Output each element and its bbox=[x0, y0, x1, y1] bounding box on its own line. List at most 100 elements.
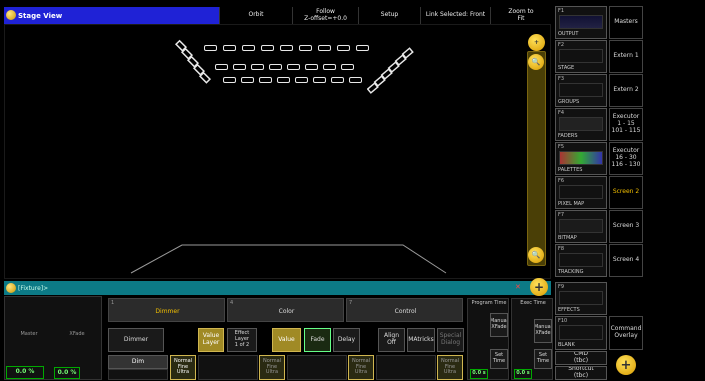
right-truss-fixtures[interactable] bbox=[367, 47, 417, 95]
view-thumbnail bbox=[559, 83, 603, 97]
fixture-icon[interactable] bbox=[341, 64, 354, 70]
view-stage[interactable]: F2 STAGE bbox=[555, 40, 607, 73]
extern-1-button[interactable]: Extern 1 bbox=[609, 40, 643, 73]
program-time-value[interactable]: 0.0 s bbox=[470, 369, 488, 379]
zoom-out-icon[interactable]: 🔍 bbox=[528, 247, 544, 263]
view-label: PIXEL MAP bbox=[558, 201, 585, 207]
dimmer-button[interactable]: Dimmer bbox=[108, 328, 164, 352]
resolution-toggle[interactable]: Normal Fine Ultra bbox=[348, 355, 374, 380]
set-time-button[interactable]: Set Time bbox=[534, 349, 552, 369]
fixture-icon[interactable] bbox=[295, 77, 308, 83]
encoder-slot[interactable] bbox=[287, 355, 347, 380]
view-num: F9 bbox=[558, 284, 565, 290]
encoder-slot[interactable] bbox=[376, 355, 436, 380]
control-section[interactable]: 7 Control bbox=[346, 298, 463, 322]
dimmer-section[interactable]: 1 Dimmer bbox=[108, 298, 225, 322]
fixture-icon[interactable] bbox=[280, 45, 293, 51]
executor-1-15-button[interactable]: Executor 1 - 15 101 - 115 bbox=[609, 108, 643, 141]
matricks-button[interactable]: MAtricks bbox=[407, 328, 435, 352]
xfade-value[interactable]: 0.0 % bbox=[54, 367, 80, 379]
fixture-icon[interactable] bbox=[215, 64, 228, 70]
view-effects[interactable]: F9 EFFECTS bbox=[555, 282, 607, 315]
screen-3-button[interactable]: Screen 3 bbox=[609, 210, 643, 243]
align-off-button[interactable]: Align Off bbox=[378, 328, 405, 352]
add-icon[interactable]: + bbox=[616, 355, 636, 375]
warning-icon[interactable]: ✕ bbox=[515, 283, 525, 293]
delay-button[interactable]: Delay bbox=[333, 328, 360, 352]
color-section[interactable]: 4 Color bbox=[227, 298, 344, 322]
fixture-icon[interactable] bbox=[269, 64, 282, 70]
resolution-toggle[interactable]: Normal Fine Ultra bbox=[259, 355, 285, 380]
fixture-icon[interactable] bbox=[299, 45, 312, 51]
fixture-icon[interactable] bbox=[323, 64, 336, 70]
fixture-icon[interactable] bbox=[259, 77, 272, 83]
manual-xfade-button[interactable]: Manual XFade bbox=[490, 313, 508, 337]
fade-button[interactable]: Fade bbox=[304, 328, 331, 352]
fixture-icon[interactable] bbox=[241, 77, 254, 83]
fixture-icon[interactable] bbox=[287, 64, 300, 70]
fixture-icon[interactable] bbox=[313, 77, 326, 83]
view-thumbnail bbox=[559, 185, 603, 199]
view-tracking[interactable]: F8 TRACKING bbox=[555, 244, 607, 277]
view-palettes[interactable]: F5 PALETTES bbox=[555, 142, 607, 175]
screen-4-button[interactable]: Screen 4 bbox=[609, 244, 643, 277]
resolution-toggle[interactable]: Normal Fine Ultra bbox=[437, 355, 463, 380]
value-layer-button[interactable]: Value Layer bbox=[198, 328, 224, 352]
zoom-to-fit-button[interactable]: Zoom to Fit bbox=[490, 7, 551, 24]
manual-xfade-button[interactable]: Manual XFade bbox=[534, 319, 552, 343]
exec-time-value[interactable]: 0.0 s bbox=[514, 369, 532, 379]
add-icon[interactable]: + bbox=[530, 278, 548, 296]
view-faders[interactable]: F4 FADERS bbox=[555, 108, 607, 141]
encoder-bar[interactable] bbox=[108, 369, 168, 380]
fixture-icon[interactable] bbox=[261, 45, 274, 51]
left-truss-fixtures[interactable] bbox=[173, 39, 213, 95]
set-time-button[interactable]: Set Time bbox=[490, 349, 508, 369]
exec-time-panel: Exec Time Manual XFade Set Time 0.0 s bbox=[511, 298, 553, 380]
special-dialog-button[interactable]: Special Dialog bbox=[437, 328, 464, 352]
encoder-slot[interactable] bbox=[198, 355, 258, 380]
program-time-panel: Program Time Manual XFade Set Time 0.0 s bbox=[467, 298, 509, 380]
value-button[interactable]: Value bbox=[272, 328, 301, 352]
orbit-button[interactable]: Orbit bbox=[219, 7, 292, 24]
masters-button[interactable]: Masters bbox=[609, 6, 643, 39]
link-selected-button[interactable]: Link Selected: Front bbox=[420, 7, 490, 24]
add-button[interactable]: + bbox=[528, 34, 545, 51]
cmd-view-button[interactable]: CMD (tbc) bbox=[555, 351, 607, 365]
encoder-dim-button[interactable]: Dim bbox=[108, 355, 168, 369]
screen-2-button[interactable]: Screen 2 bbox=[609, 176, 643, 209]
view-output[interactable]: F1 OUTPUT bbox=[555, 6, 607, 39]
fixture-icon[interactable] bbox=[223, 77, 236, 83]
view-blank[interactable]: F10 BLANK bbox=[555, 316, 607, 350]
view-thumbnail bbox=[559, 15, 603, 29]
fixture-icon[interactable] bbox=[318, 45, 331, 51]
stage-viewport[interactable] bbox=[4, 24, 551, 279]
view-bitmap[interactable]: F7 BITMAP bbox=[555, 210, 607, 243]
fixture-icon[interactable] bbox=[349, 77, 362, 83]
command-overlay-button[interactable]: Command Overlay bbox=[609, 316, 643, 350]
fixture-icon[interactable] bbox=[242, 45, 255, 51]
view-pixel-map[interactable]: F6 PIXEL MAP bbox=[555, 176, 607, 209]
fixture-icon[interactable] bbox=[251, 64, 264, 70]
stage-view-title-text: Stage View bbox=[18, 11, 63, 20]
follow-button[interactable]: Follow Z-offset=+0.0 bbox=[292, 7, 358, 24]
fixture-icon[interactable] bbox=[277, 77, 290, 83]
view-label: FADERS bbox=[558, 133, 578, 139]
zoom-in-icon[interactable]: 🔍 bbox=[528, 54, 544, 70]
zoom-scrollbar[interactable]: 🔍 🔍 bbox=[527, 51, 546, 266]
command-line-text: [Fixture]> bbox=[18, 284, 49, 292]
fixture-icon[interactable] bbox=[337, 45, 350, 51]
executor-16-30-button[interactable]: Executor 16 - 30 116 - 130 bbox=[609, 142, 643, 175]
fixture-icon[interactable] bbox=[233, 64, 246, 70]
command-line[interactable]: [Fixture]> ✕ + bbox=[4, 278, 551, 296]
resolution-toggle[interactable]: Normal Fine Ultra bbox=[170, 355, 196, 380]
effect-layer-button[interactable]: Effect Layer 1 of 2 bbox=[227, 328, 257, 352]
program-time-label: Program Time bbox=[471, 300, 507, 307]
fixture-icon[interactable] bbox=[223, 45, 236, 51]
view-groups[interactable]: F3 GROUPS bbox=[555, 74, 607, 107]
fixture-icon[interactable] bbox=[331, 77, 344, 83]
master-value[interactable]: 0.0 % bbox=[6, 366, 44, 379]
extern-2-button[interactable]: Extern 2 bbox=[609, 74, 643, 107]
shortcut-view-button[interactable]: Shortcut (tbc) bbox=[555, 366, 607, 380]
fixture-icon[interactable] bbox=[305, 64, 318, 70]
setup-button[interactable]: Setup bbox=[358, 7, 420, 24]
